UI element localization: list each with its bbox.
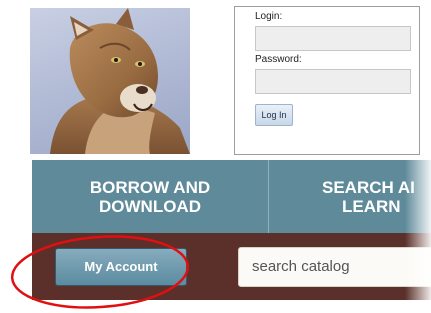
cougar-photo <box>30 8 190 154</box>
log-in-button[interactable]: Log In <box>255 104 293 126</box>
cougar-image <box>50 8 190 154</box>
nav-divider <box>268 160 269 233</box>
login-form: Login: Password: Log In <box>255 11 415 126</box>
login-field[interactable] <box>255 26 411 51</box>
nav-borrow-line2: DOWNLOAD <box>99 197 201 216</box>
torn-edge-fade <box>405 160 431 300</box>
password-field[interactable] <box>255 69 411 94</box>
search-catalog-input[interactable]: search catalog <box>238 247 431 287</box>
my-account-button[interactable]: My Account <box>55 248 187 286</box>
main-nav: BORROW AND DOWNLOAD SEARCH AI LEARN <box>32 160 431 233</box>
nav-borrow-and-download[interactable]: BORROW AND DOWNLOAD <box>32 160 268 233</box>
page: Login: Password: Log In BORROW AND DOWNL… <box>0 0 431 313</box>
login-panel: Login: Password: Log In <box>234 6 420 155</box>
password-label: Password: <box>255 54 302 65</box>
nav-borrow-line1: BORROW AND <box>89 178 211 197</box>
login-label: Login: <box>255 11 283 22</box>
account-bar: My Account search catalog <box>32 233 431 300</box>
